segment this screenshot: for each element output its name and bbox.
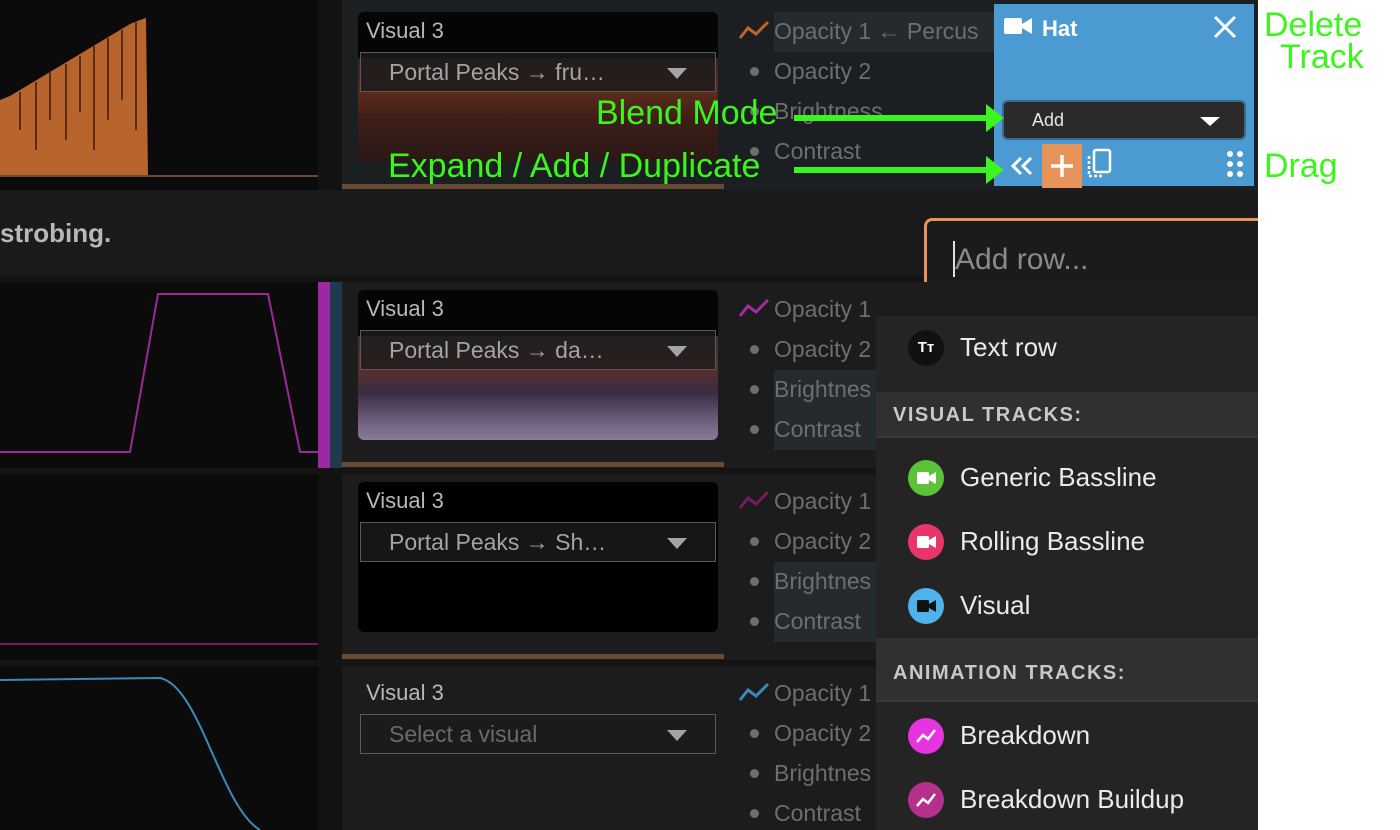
bullet-icon — [750, 809, 759, 818]
bullet-icon — [750, 425, 759, 434]
add-row-placeholder: Add row... — [955, 243, 1089, 276]
menu-item-breakdown[interactable]: Breakdown — [876, 704, 1258, 768]
visual-label: Visual 3 — [366, 296, 444, 321]
visual-label: Visual 3 — [366, 488, 444, 513]
duplicate-icon[interactable] — [1086, 148, 1114, 180]
animation-curve-lane — [0, 474, 318, 660]
automation-graph-icon — [738, 20, 770, 39]
close-icon[interactable] — [1212, 14, 1238, 40]
animation-curve — [0, 676, 261, 830]
visual-label: Visual 3 — [366, 680, 444, 705]
bullet-icon — [750, 385, 759, 394]
menu-item-generic-bassline[interactable]: Generic Bassline — [876, 446, 1258, 510]
section-header-visual-tracks: VISUAL TRACKS: — [876, 392, 1258, 438]
annotation-delete-line2: Track — [1280, 38, 1364, 76]
caret-down-icon — [667, 346, 687, 357]
visual-card-1: Visual 3 Portal Peaks → fru… — [358, 12, 718, 162]
visual-select[interactable]: Portal Peaks → da… — [360, 330, 716, 370]
track-progress-bar — [342, 654, 724, 659]
track-divider — [318, 666, 342, 830]
video-camera-icon — [908, 524, 944, 560]
caret-down-icon — [1200, 117, 1220, 126]
param-row[interactable]: Opacity 2 — [734, 52, 934, 92]
blend-mode-select[interactable]: Add — [1002, 100, 1246, 140]
bullet-icon — [750, 577, 759, 586]
params-list-1: Opacity 1 ← Percus Opacity 2 Brightness … — [734, 12, 1014, 172]
video-camera-icon — [908, 588, 944, 624]
annotation-arrow — [794, 167, 988, 173]
automation-graph-icon — [738, 490, 770, 509]
video-camera-icon — [1004, 18, 1032, 34]
annotation-drag: Drag — [1264, 147, 1338, 185]
bullet-icon — [750, 537, 759, 546]
automation-graph-icon — [738, 298, 770, 317]
add-track-button[interactable] — [1042, 144, 1082, 188]
annotation-expand-add-duplicate: Expand / Add / Duplicate — [388, 147, 761, 185]
trend-line-icon — [908, 782, 944, 818]
visual-select[interactable]: Portal Peaks → Sh… — [360, 522, 716, 562]
animation-curve-lane — [0, 666, 318, 830]
annotation-delete-line1: Delete — [1264, 6, 1363, 44]
section-header-animation-tracks: ANIMATION TRACKS: — [876, 638, 1258, 702]
plus-icon — [1051, 155, 1073, 177]
text-row-content[interactable]: strobing. — [0, 218, 111, 249]
menu-item-visual[interactable]: Visual — [876, 574, 1258, 638]
chevrons-left-icon[interactable] — [1010, 154, 1034, 178]
annotation-arrow — [794, 115, 988, 121]
visual-card-3: Visual 3 Portal Peaks → Sh… — [358, 482, 718, 632]
caret-down-icon — [667, 538, 687, 549]
arrowhead-icon — [986, 156, 1004, 184]
param-row[interactable]: Contrast — [734, 132, 934, 172]
bullet-icon — [750, 769, 759, 778]
menu-item-breakdown-buildup[interactable]: Breakdown Buildup — [876, 768, 1258, 830]
track-header-hat: Hat Add — [994, 4, 1254, 188]
animation-curve-lane — [0, 282, 318, 468]
trend-line-icon — [908, 718, 944, 754]
menu-item-text-row[interactable]: Tт Text row — [876, 316, 1258, 380]
text-type-icon: Tт — [908, 330, 944, 366]
video-camera-icon — [908, 460, 944, 496]
caret-down-icon — [667, 68, 687, 79]
visual-label: Visual 3 — [366, 18, 444, 43]
audio-waveform — [0, 18, 318, 177]
visual-card-4: Visual 3 Select a visual — [358, 674, 718, 764]
caret-down-icon — [667, 730, 687, 741]
bullet-icon — [750, 729, 759, 738]
bullet-icon — [750, 617, 759, 626]
track-divider — [318, 282, 342, 468]
drag-handle-icon[interactable] — [1226, 150, 1244, 180]
track-progress-bar — [342, 462, 724, 467]
arrowhead-icon — [986, 104, 1004, 132]
bullet-icon — [750, 67, 759, 76]
annotation-blend-mode: Blend Mode — [596, 94, 778, 132]
track-divider — [318, 474, 342, 660]
track-title: Hat — [1042, 16, 1078, 41]
animation-curve — [0, 643, 318, 645]
visual-select[interactable]: Portal Peaks → fru… — [360, 52, 716, 92]
param-row[interactable]: Opacity 1 ← Percus — [734, 12, 979, 52]
visual-card-2: Visual 3 Portal Peaks → da… — [358, 290, 718, 440]
menu-item-rolling-bassline[interactable]: Rolling Bassline — [876, 510, 1258, 574]
animation-curve — [0, 293, 318, 453]
automation-graph-icon — [738, 682, 770, 701]
add-row-menu: Tт Text row VISUAL TRACKS: Generic Bassl… — [876, 316, 1258, 830]
visual-select[interactable]: Select a visual — [360, 714, 716, 754]
track-divider — [318, 0, 342, 190]
bullet-icon — [750, 345, 759, 354]
audio-waveform-lane — [0, 0, 318, 190]
